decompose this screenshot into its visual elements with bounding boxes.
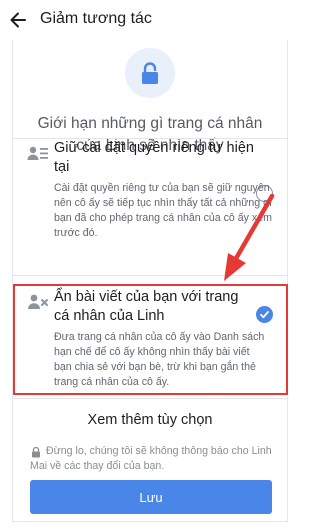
- save-button[interactable]: Lưu: [30, 480, 272, 514]
- see-more-link[interactable]: Xem thêm tùy chọn: [0, 412, 300, 428]
- arrow-left-icon[interactable]: [6, 8, 30, 32]
- option-title: Giữ cài đặt quyền riêng tư hiện tại: [54, 140, 254, 175]
- privacy-list-icon: [26, 143, 50, 167]
- divider: [12, 275, 288, 276]
- highlight-box: [13, 284, 288, 395]
- app-bar: Giảm tương tác: [0, 0, 300, 40]
- lock-icon: [125, 48, 175, 98]
- notice-text: Đừng lo, chúng tôi sẽ không thông báo ch…: [30, 445, 272, 472]
- divider: [12, 398, 288, 399]
- option-description: Cài đặt quyền riêng tư của bạn sẽ giữ ng…: [54, 182, 272, 239]
- page-title: Giảm tương tác: [40, 10, 152, 27]
- phone-screen: Giảm tương tác Giới hạn những gì trang c…: [0, 0, 300, 532]
